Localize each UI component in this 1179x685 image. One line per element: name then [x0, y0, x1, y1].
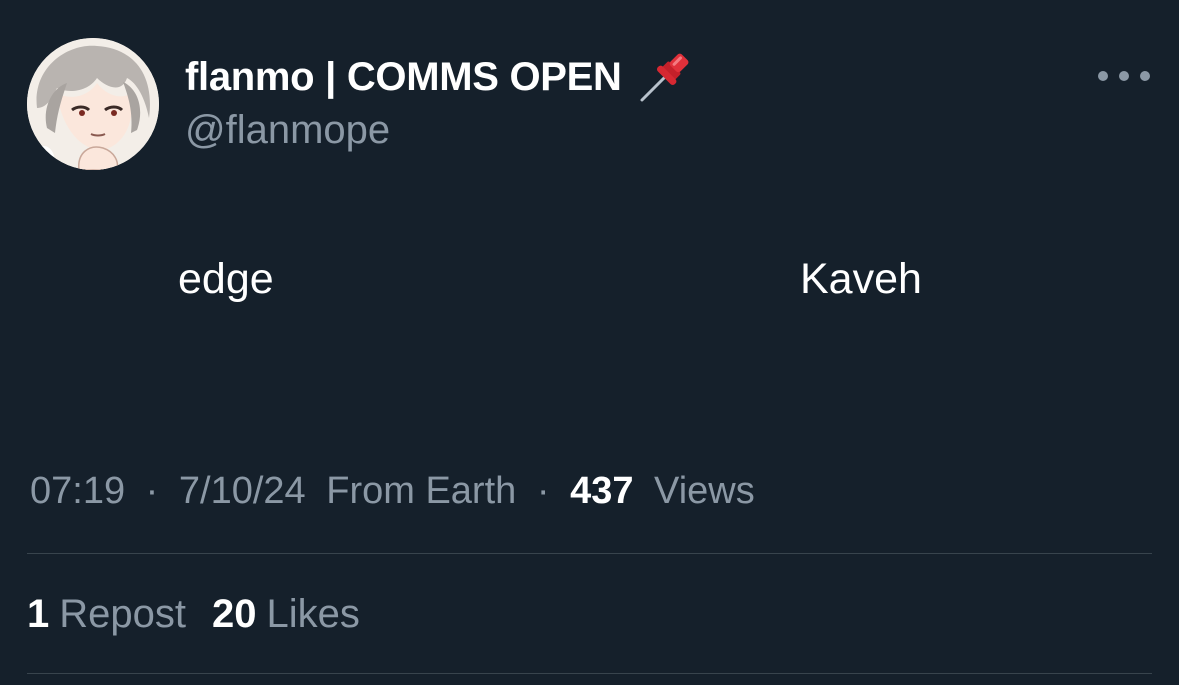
- meta-separator: ·: [536, 470, 550, 512]
- tweet-meta: 07:19 · 7/10/24 From Earth · 437 Views: [30, 470, 755, 513]
- more-dot: [1098, 71, 1108, 81]
- divider: [27, 673, 1152, 674]
- tweet-time[interactable]: 07:19: [30, 470, 125, 512]
- views-label: Views: [654, 470, 755, 512]
- reposts-label: Repost: [59, 592, 186, 636]
- meta-separator: ·: [145, 470, 159, 512]
- tweet-text-word: Kaveh: [800, 255, 922, 303]
- divider: [27, 553, 1152, 554]
- author-name-row[interactable]: flanmo | COMMS OPEN: [185, 52, 694, 102]
- more-dot: [1119, 71, 1129, 81]
- engagement-stats: 1 Repost 20 Likes: [27, 592, 360, 637]
- likes-label: Likes: [266, 592, 360, 636]
- views-count: 437: [570, 470, 634, 512]
- likes-count: 20: [212, 592, 257, 636]
- reposts-count: 1: [27, 592, 50, 636]
- user-handle[interactable]: @flanmope: [185, 108, 390, 153]
- avatar[interactable]: [27, 38, 159, 170]
- more-options-icon[interactable]: [1098, 62, 1150, 90]
- tweet-date[interactable]: 7/10/24: [179, 470, 306, 512]
- reposts-stat[interactable]: 1 Repost: [27, 592, 186, 637]
- pushpin-icon: [636, 50, 694, 104]
- tweet-source: From Earth: [326, 470, 517, 512]
- display-name[interactable]: flanmo | COMMS OPEN: [185, 55, 622, 100]
- avatar-image: [27, 38, 159, 170]
- more-dot: [1140, 71, 1150, 81]
- likes-stat[interactable]: 20 Likes: [212, 592, 360, 637]
- tweet-text-word: edge: [178, 255, 274, 303]
